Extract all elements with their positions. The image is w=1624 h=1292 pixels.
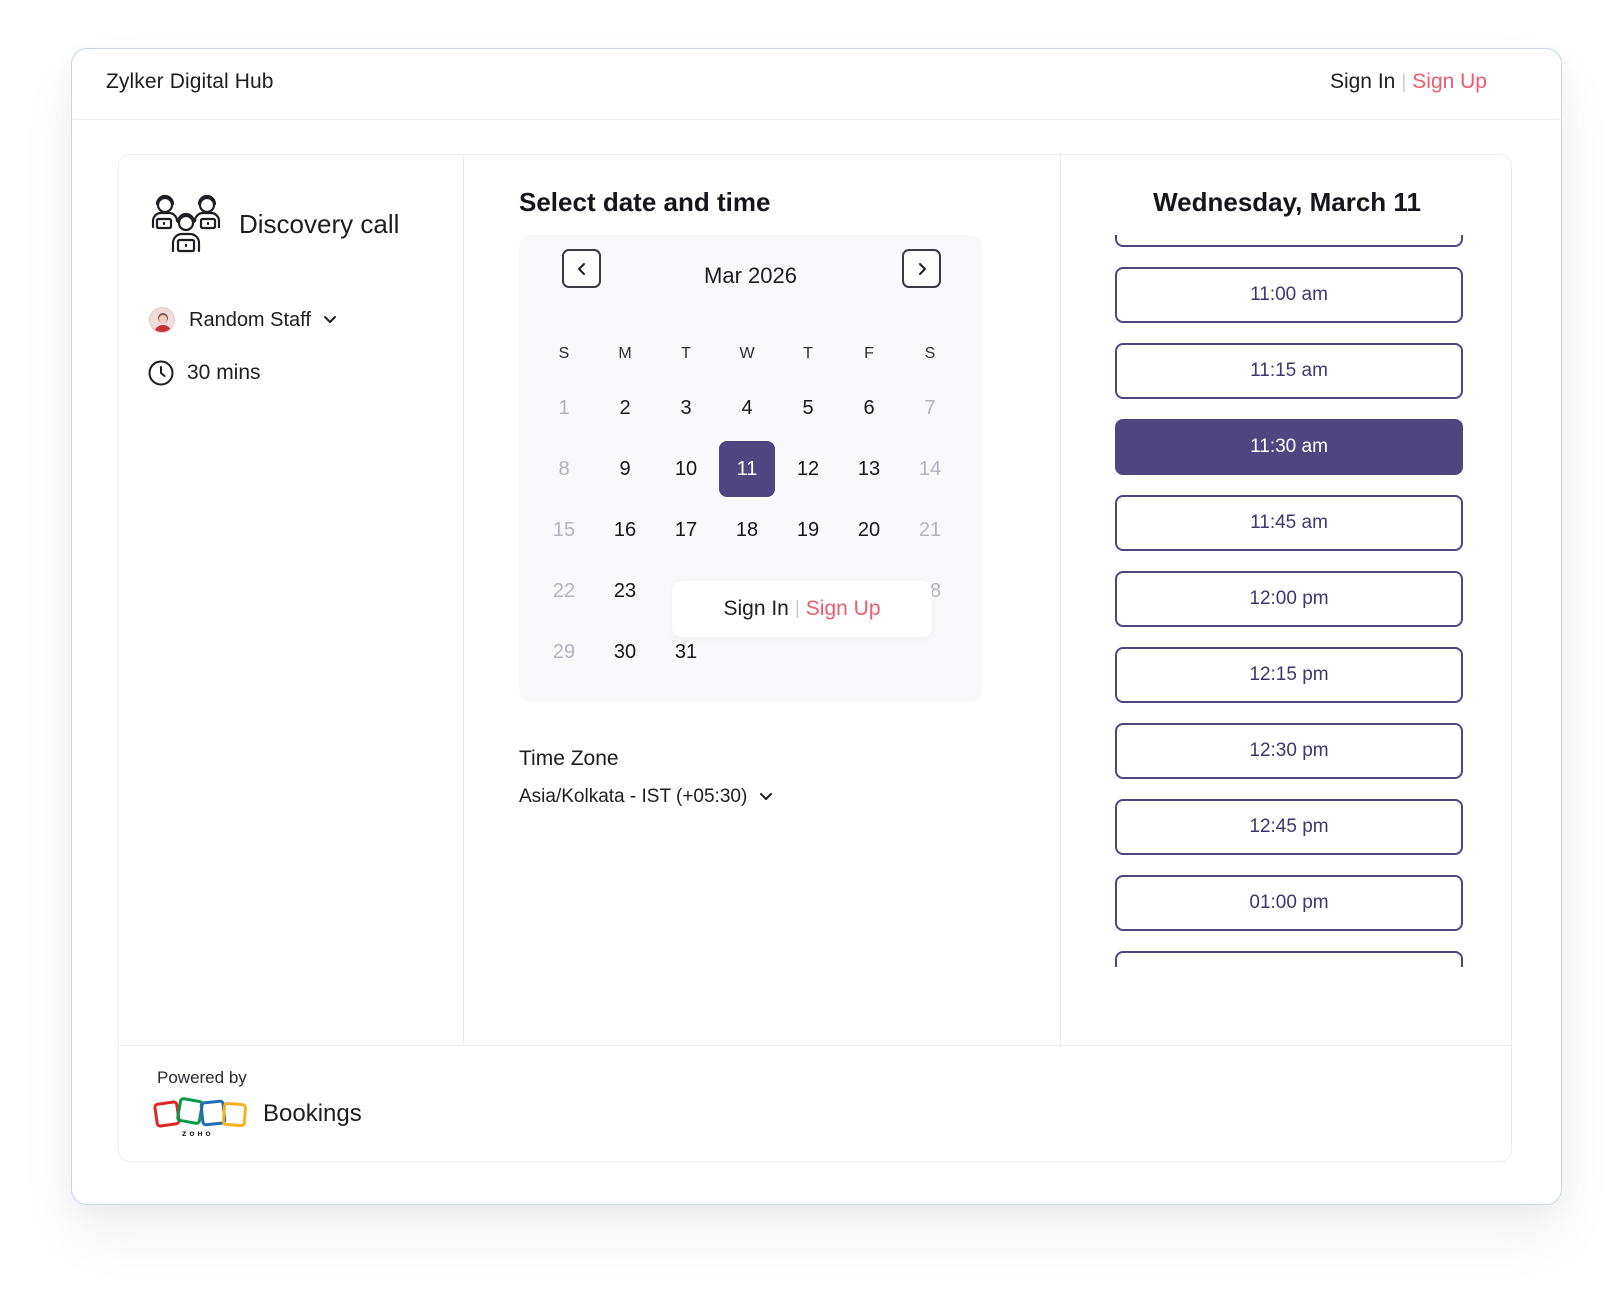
- service-details-panel: Discovery call Random Staff 30 mins: [119, 155, 464, 1045]
- weekday-label: T: [803, 345, 813, 362]
- calendar-day[interactable]: 10: [658, 441, 714, 497]
- clock-icon: [148, 360, 174, 386]
- zoho-logo-text: ZOHO: [182, 1131, 214, 1138]
- weekday-label: W: [739, 345, 755, 362]
- next-month-button[interactable]: [902, 249, 941, 288]
- service-title: Discovery call: [239, 209, 400, 239]
- sign-in-link[interactable]: Sign In: [1330, 70, 1395, 93]
- calendar-day[interactable]: 18: [719, 502, 775, 558]
- calendar-day[interactable]: 30: [597, 624, 653, 680]
- timezone-value: Asia/Kolkata - IST (+05:30): [519, 786, 748, 807]
- booking-card: Discovery call Random Staff 30 mins Sele…: [118, 154, 1512, 1162]
- date-time-heading: Select date and time: [519, 187, 771, 217]
- calendar-day: 29: [552, 640, 576, 663]
- calendar-day[interactable]: 17: [658, 502, 714, 558]
- popup-sign-in-link[interactable]: Sign In: [723, 597, 788, 621]
- duration-text: 30 mins: [187, 361, 261, 384]
- time-slot[interactable]: 11:15 am: [1115, 343, 1463, 399]
- calendar-day[interactable]: 12: [780, 441, 836, 497]
- top-bar: Zylker Digital Hub Sign In | Sign Up: [72, 49, 1561, 120]
- calendar-day: 1: [558, 396, 570, 419]
- staff-selector[interactable]: Random Staff: [149, 307, 337, 333]
- weekday-label: S: [558, 345, 570, 362]
- calendar-day[interactable]: 9: [597, 441, 653, 497]
- duration-row: 30 mins: [147, 359, 261, 387]
- brand-name: Zylker Digital Hub: [106, 70, 274, 93]
- calendar-day[interactable]: 23: [597, 563, 653, 619]
- people-group-icon: [151, 194, 221, 253]
- calendar-day[interactable]: 13: [841, 441, 897, 497]
- weekday-label: M: [618, 345, 632, 362]
- timezone-selector[interactable]: Asia/Kolkata - IST (+05:30): [519, 786, 773, 808]
- calendar-day[interactable]: 6: [841, 380, 897, 436]
- selected-day[interactable]: 11: [719, 441, 775, 497]
- auth-popup: Sign In | Sign Up: [672, 581, 932, 637]
- date-picker-panel: Select date and time Mar 2026 SMTWTFS 12…: [464, 155, 1061, 1045]
- staff-name: Random Staff: [189, 308, 311, 331]
- calendar-day: 15: [552, 518, 576, 541]
- calendar-day[interactable]: 20: [841, 502, 897, 558]
- calendar-day[interactable]: 3: [658, 380, 714, 436]
- powered-by-text: Powered by: [157, 1068, 247, 1087]
- calendar-day[interactable]: 16: [597, 502, 653, 558]
- staff-avatar: [149, 307, 175, 333]
- calendar-day: 22: [552, 579, 576, 602]
- time-slot-selected[interactable]: 11:30 am: [1115, 419, 1463, 475]
- time-slot[interactable]: 12:30 pm: [1115, 723, 1463, 779]
- product-name: Bookings: [263, 1100, 362, 1127]
- time-slot[interactable]: 11:45 am: [1115, 495, 1463, 551]
- time-slot-list[interactable]: 11:00 am 11:15 am 11:30 am 11:45 am 12:00 pm…: [1113, 235, 1465, 967]
- footer: Powered by ZOHO Bookings: [119, 1045, 1511, 1163]
- chevron-right-icon: [918, 262, 926, 275]
- time-slot[interactable]: 12:45 pm: [1115, 799, 1463, 855]
- popup-sign-up-link[interactable]: Sign Up: [806, 597, 881, 621]
- chevron-down-icon: [323, 316, 336, 323]
- selected-day-title: Wednesday, March 11: [1153, 187, 1421, 217]
- auth-separator: |: [1401, 72, 1407, 93]
- time-slot[interactable]: 11:00 am: [1115, 267, 1463, 323]
- calendar-day[interactable]: 4: [719, 380, 775, 436]
- calendar-day[interactable]: 2: [597, 380, 653, 436]
- zoho-logo: ZOHO: [153, 1097, 247, 1138]
- timezone-label: Time Zone: [519, 747, 619, 770]
- calendar-day: 7: [924, 396, 936, 419]
- chevron-down-icon: [760, 793, 773, 800]
- weekday-label: S: [924, 345, 936, 362]
- time-slot[interactable]: 01:00 pm: [1115, 875, 1463, 931]
- time-slot[interactable]: 12:15 pm: [1115, 647, 1463, 703]
- time-slots-panel: Wednesday, March 11 11:00 am 11:15 am 11:3…: [1061, 155, 1513, 1045]
- calendar-day: 14: [918, 457, 942, 480]
- calendar-day[interactable]: 5: [780, 380, 836, 436]
- calendar-day[interactable]: 19: [780, 502, 836, 558]
- auth-links: Sign In | Sign Up: [1330, 70, 1487, 94]
- calendar: Mar 2026 SMTWTFS 1 2 3 4 5 6 7 8 9 10 11 12 13 14 15 16…: [519, 235, 982, 702]
- calendar-day: 8: [558, 457, 570, 480]
- time-slot[interactable]: 12:00 pm: [1115, 571, 1463, 627]
- weekday-label: F: [864, 345, 874, 362]
- calendar-day: 21: [918, 518, 942, 541]
- booking-window: Zylker Digital Hub Sign In | Sign Up Dis…: [71, 48, 1562, 1205]
- sign-up-link[interactable]: Sign Up: [1412, 70, 1487, 93]
- time-slot[interactable]: 01:15 pm: [1115, 951, 1463, 967]
- time-slot[interactable]: [1115, 235, 1463, 247]
- weekday-label: T: [681, 345, 691, 362]
- popup-auth-separator: |: [794, 598, 800, 619]
